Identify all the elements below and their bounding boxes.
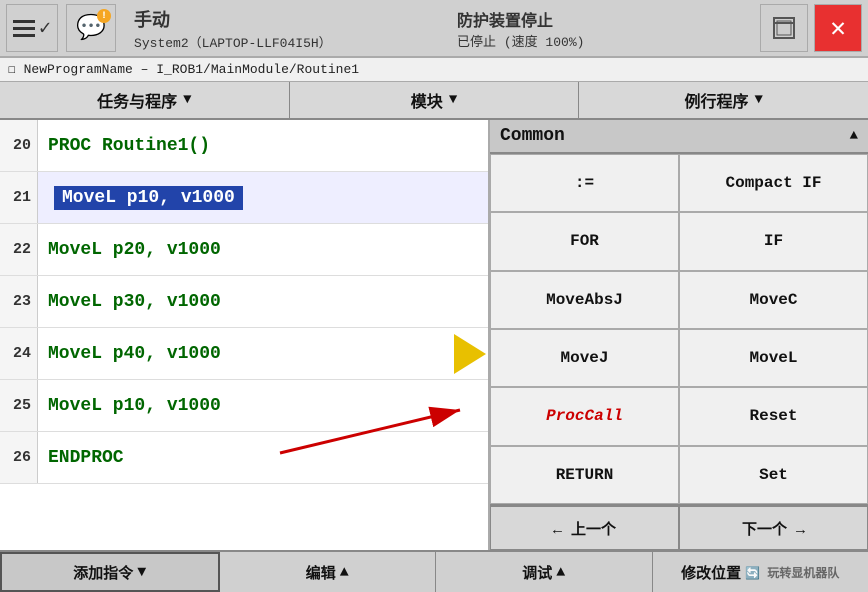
line-number-23: 23 (0, 276, 38, 327)
instruction-grid: := Compact IF FOR IF MoveAbsJ MoveC Move… (490, 154, 868, 504)
instr-movej[interactable]: MoveJ (490, 329, 679, 387)
breadcrumb: ☐ NewProgramName – I_ROB1/MainModule/Rou… (0, 58, 868, 82)
status-center: 手动 System2（LAPTOP-LLF04I5H） (124, 6, 429, 51)
code-line-20[interactable]: 20 PROC Routine1() (0, 120, 488, 172)
nav-module-label: 模块 (411, 88, 443, 112)
modify-position-label: 修改位置 (681, 562, 741, 583)
debug-arrow: ▲ (556, 564, 565, 581)
minimize-button[interactable] (760, 4, 808, 52)
instr-for[interactable]: FOR (490, 212, 679, 270)
breadcrumb-text: ☐ NewProgramName – I_ROB1/MainModule/Rou… (8, 62, 359, 77)
line-number-25: 25 (0, 380, 38, 431)
status-mode: 手动 (134, 6, 429, 32)
add-instruction-button[interactable]: 添加指令 ▼ (0, 552, 220, 592)
line-code-21: MoveL p10, v1000 (54, 186, 243, 210)
instr-if[interactable]: IF (679, 212, 868, 270)
debug-button[interactable]: 调试 ▲ (436, 552, 653, 592)
code-line-25[interactable]: 25 MoveL p10, v1000 (0, 380, 488, 432)
notification-badge: ! (97, 9, 111, 23)
nav-routine-label: 例行程序 (684, 88, 748, 112)
check-icon: ✓ (39, 15, 51, 41)
nav-module-arrow: ▼ (449, 92, 457, 108)
edit-button[interactable]: 编辑 ▲ (220, 552, 437, 592)
instr-compact-if[interactable]: Compact IF (679, 154, 868, 212)
code-line-21[interactable]: 21 MoveL p10, v1000 (0, 172, 488, 224)
nav-module[interactable]: 模块 ▼ (290, 82, 580, 118)
instr-set[interactable]: Set (679, 446, 868, 504)
edit-label: 编辑 (306, 562, 336, 583)
watermark: 🔄 玩转显机器队 (745, 564, 839, 581)
line-number-24: 24 (0, 328, 38, 379)
instr-movec[interactable]: MoveC (679, 271, 868, 329)
prev-button[interactable]: ← 上一个 (490, 506, 679, 550)
nav-routine-arrow: ▼ (754, 92, 762, 108)
instr-return[interactable]: RETURN (490, 446, 679, 504)
line-code-20: PROC Routine1() (38, 136, 210, 156)
modify-position-button[interactable]: 修改位置 🔄 玩转显机器队 (653, 552, 868, 592)
line-number-22: 22 (0, 224, 38, 275)
instr-moveabsj[interactable]: MoveAbsJ (490, 271, 679, 329)
nav-tasks-arrow: ▼ (183, 92, 191, 108)
nav-buttons: ← 上一个 下一个 → (490, 504, 868, 550)
line-code-26: ENDPROC (38, 448, 124, 468)
line-number-20: 20 (0, 120, 38, 171)
add-instruction-label: 添加指令 (73, 562, 133, 583)
right-panel: Common ▲ := Compact IF FOR IF MoveAbsJ M… (490, 120, 868, 550)
right-panel-header: Common ▲ (490, 120, 868, 154)
add-instruction-arrow: ▼ (137, 564, 146, 581)
notification-button[interactable]: 💬 ! (66, 4, 116, 52)
nav-bar: 任务与程序 ▼ 模块 ▼ 例行程序 ▼ (0, 82, 868, 120)
code-line-23[interactable]: 23 MoveL p30, v1000 (0, 276, 488, 328)
nav-routine[interactable]: 例行程序 ▼ (579, 82, 868, 118)
bottom-bar: 添加指令 ▼ 编辑 ▲ 调试 ▲ 修改位置 🔄 玩转显机器队 (0, 550, 868, 592)
close-button[interactable]: ✕ (814, 4, 862, 52)
hamburger-icon (13, 20, 35, 37)
right-panel-title: Common (500, 126, 565, 146)
status-system: System2（LAPTOP-LLF04I5H） (134, 32, 429, 51)
nav-tasks-label: 任务与程序 (97, 88, 177, 112)
instr-movel[interactable]: MoveL (679, 329, 868, 387)
instr-reset[interactable]: Reset (679, 387, 868, 445)
status-protection: 防护装置停止 (457, 7, 752, 31)
play-arrow (454, 334, 486, 374)
next-button[interactable]: 下一个 → (679, 506, 868, 550)
code-line-24[interactable]: 24 MoveL p40, v1000 (0, 328, 488, 380)
line-code-22: MoveL p20, v1000 (38, 240, 221, 260)
code-panel: 20 PROC Routine1() 21 MoveL p10, v1000 2… (0, 120, 490, 550)
line-number-21: 21 (0, 172, 38, 223)
instr-proccall[interactable]: ProcCall (490, 387, 679, 445)
menu-button[interactable]: ✓ (6, 4, 58, 52)
status-right: 防护装置停止 已停止 (速度 100%) (437, 7, 752, 50)
nav-tasks[interactable]: 任务与程序 ▼ (0, 82, 290, 118)
line-code-25: MoveL p10, v1000 (38, 396, 221, 416)
edit-arrow: ▲ (340, 564, 349, 581)
line-number-26: 26 (0, 432, 38, 483)
code-line-26[interactable]: 26 ENDPROC (0, 432, 488, 484)
line-code-23: MoveL p30, v1000 (38, 292, 221, 312)
status-speed: 已停止 (速度 100%) (457, 31, 752, 50)
instr-assign[interactable]: := (490, 154, 679, 212)
top-bar-icons: ✕ (760, 4, 862, 52)
code-line-22[interactable]: 22 MoveL p20, v1000 (0, 224, 488, 276)
scroll-up-icon[interactable]: ▲ (850, 128, 858, 144)
debug-label: 调试 (522, 562, 552, 583)
top-bar: ✓ 💬 ! 手动 System2（LAPTOP-LLF04I5H） 防护装置停止… (0, 0, 868, 58)
main-content: 20 PROC Routine1() 21 MoveL p10, v1000 2… (0, 120, 868, 550)
line-code-24: MoveL p40, v1000 (38, 344, 221, 364)
